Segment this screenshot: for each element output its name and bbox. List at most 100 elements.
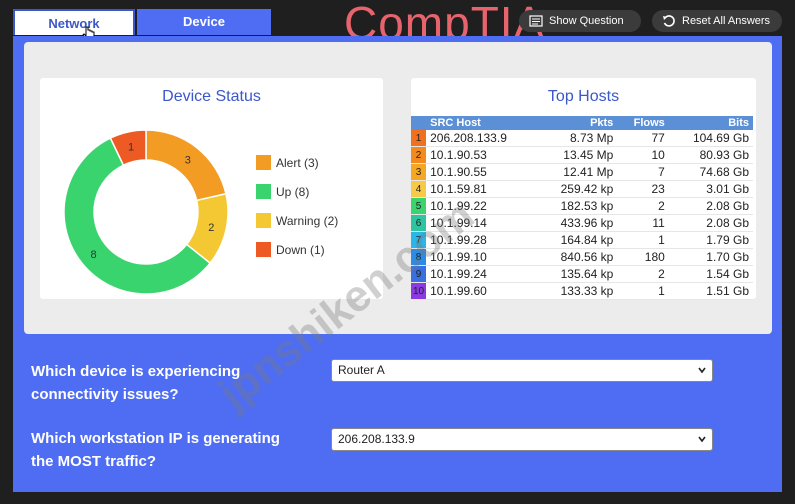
pkts-header: Pkts xyxy=(537,116,618,130)
legend-label: Up (8) xyxy=(276,185,310,199)
flows-cell: 2 xyxy=(617,197,669,215)
table-row: 10 10.1.99.60 133.33 kp 1 1.51 Gb xyxy=(411,282,753,300)
bits-cell: 1.54 Gb xyxy=(668,265,753,283)
bits-cell: 80.93 Gb xyxy=(668,146,753,164)
rank-cell: 10 xyxy=(411,282,427,300)
chevron-down-icon xyxy=(698,367,706,374)
src-host-cell: 10.1.99.22 xyxy=(426,197,538,215)
show-question-button[interactable]: Show Question xyxy=(519,10,641,32)
rank-cell: 1 xyxy=(411,130,427,147)
legend-label: Down (1) xyxy=(276,243,325,257)
src-host-cell: 10.1.90.55 xyxy=(426,163,538,181)
table-row: 7 10.1.99.28 164.84 kp 1 1.79 Gb xyxy=(411,231,753,249)
rank-cell: 3 xyxy=(411,163,427,181)
table-row: 3 10.1.90.55 12.41 Mp 7 74.68 Gb xyxy=(411,163,753,181)
table-row: 4 10.1.59.81 259.42 kp 23 3.01 Gb xyxy=(411,180,753,198)
question-faulty-device: Which device is experiencing connectivit… xyxy=(31,360,240,406)
table-row: 9 10.1.99.24 135.64 kp 2 1.54 Gb xyxy=(411,265,753,283)
legend-swatch xyxy=(256,155,271,170)
tab-network-health[interactable]: Network Health xyxy=(13,9,135,57)
question-text-line: the MOST traffic? xyxy=(31,453,157,470)
table-header-row: SRC Host Pkts Flows Bits xyxy=(411,116,753,130)
rank-header xyxy=(411,116,427,130)
bits-cell: 1.70 Gb xyxy=(668,248,753,266)
pkts-cell: 840.56 kp xyxy=(537,248,618,266)
show-question-label: Show Question xyxy=(549,15,624,27)
faulty-device-select[interactable]: Router A xyxy=(331,359,713,382)
question-text-line: Which workstation IP is generating xyxy=(31,430,280,447)
top-hosts-table: SRC Host Pkts Flows Bits 1 206.208.133.9 8… xyxy=(411,116,753,300)
legend-swatch xyxy=(256,213,271,228)
flows-header: Flows xyxy=(617,116,669,130)
src-host-cell: 10.1.99.10 xyxy=(426,248,538,266)
flows-cell: 23 xyxy=(617,180,669,198)
flows-cell: 1 xyxy=(617,231,669,249)
pkts-cell: 182.53 kp xyxy=(537,197,618,215)
rank-cell: 7 xyxy=(411,231,427,249)
device-status-donut-chart: 3 2 8 1 xyxy=(64,130,228,294)
bits-cell: 74.68 Gb xyxy=(668,163,753,181)
donut-label-alert: 3 xyxy=(185,155,191,167)
src-host-cell: 10.1.59.81 xyxy=(426,180,538,198)
src-host-header: SRC Host xyxy=(426,116,538,130)
tab-device-monitoring[interactable]: Device Monitoring xyxy=(137,9,271,55)
chevron-down-icon xyxy=(698,436,706,443)
bits-cell: 104.69 Gb xyxy=(668,130,753,147)
legend-swatch xyxy=(256,184,271,199)
pkts-cell: 12.41 Mp xyxy=(537,163,618,181)
top-traffic-ip-select[interactable]: 206.208.133.9 xyxy=(331,428,713,451)
selected-value: 206.208.133.9 xyxy=(338,432,415,446)
flows-cell: 77 xyxy=(617,130,669,147)
reset-icon xyxy=(663,15,675,27)
reset-all-answers-button[interactable]: Reset All Answers xyxy=(652,10,782,32)
src-host-cell: 10.1.90.53 xyxy=(426,146,538,164)
rank-cell: 9 xyxy=(411,265,427,283)
table-row: 6 10.1.99.14 433.96 kp 11 2.08 Gb xyxy=(411,214,753,232)
device-status-title: Device Status xyxy=(162,88,261,105)
bits-cell: 1.79 Gb xyxy=(668,231,753,249)
question-top-traffic-ip: Which workstation IP is generating the M… xyxy=(31,427,280,473)
flows-cell: 7 xyxy=(617,163,669,181)
pkts-cell: 8.73 Mp xyxy=(537,130,618,147)
table-row: 8 10.1.99.10 840.56 kp 180 1.70 Gb xyxy=(411,248,753,266)
document-icon xyxy=(529,15,543,27)
bits-cell: 1.51 Gb xyxy=(668,282,753,300)
reset-all-answers-label: Reset All Answers xyxy=(682,15,771,27)
flows-cell: 2 xyxy=(617,265,669,283)
flows-cell: 10 xyxy=(617,146,669,164)
flows-cell: 1 xyxy=(617,282,669,300)
pkts-cell: 433.96 kp xyxy=(537,214,618,232)
donut-label-up: 8 xyxy=(91,249,97,261)
src-host-cell: 10.1.99.14 xyxy=(426,214,538,232)
bits-header: Bits xyxy=(668,116,753,130)
rank-cell: 6 xyxy=(411,214,427,232)
rank-cell: 5 xyxy=(411,197,427,215)
pkts-cell: 164.84 kp xyxy=(537,231,618,249)
pkts-cell: 135.64 kp xyxy=(537,265,618,283)
legend-label: Warning (2) xyxy=(276,214,339,228)
bits-cell: 2.08 Gb xyxy=(668,197,753,215)
flows-cell: 180 xyxy=(617,248,669,266)
table-row: 2 10.1.90.53 13.45 Mp 10 80.93 Gb xyxy=(411,146,753,164)
legend-swatch xyxy=(256,242,271,257)
bits-cell: 2.08 Gb xyxy=(668,214,753,232)
pkts-cell: 133.33 kp xyxy=(537,282,618,300)
src-host-cell: 10.1.99.60 xyxy=(426,282,538,300)
rank-cell: 4 xyxy=(411,180,427,198)
src-host-cell: 206.208.133.9 xyxy=(426,130,538,147)
question-text-line: connectivity issues? xyxy=(31,386,179,403)
legend-label: Alert (3) xyxy=(276,156,319,170)
question-text-line: Which device is experiencing xyxy=(31,363,241,380)
table-row: 5 10.1.99.22 182.53 kp 2 2.08 Gb xyxy=(411,197,753,215)
rank-cell: 8 xyxy=(411,248,427,266)
flows-cell: 11 xyxy=(617,214,669,232)
bits-cell: 3.01 Gb xyxy=(668,180,753,198)
tab-bar: Network Health Device Monitoring CompTIA… xyxy=(0,0,795,57)
rank-cell: 2 xyxy=(411,146,427,164)
src-host-cell: 10.1.99.24 xyxy=(426,265,538,283)
selected-value: Router A xyxy=(338,363,385,377)
table-row: 1 206.208.133.9 8.73 Mp 77 104.69 Gb xyxy=(411,130,753,147)
top-hosts-title: Top Hosts xyxy=(547,88,620,105)
donut-label-down: 1 xyxy=(128,142,134,154)
pkts-cell: 259.42 kp xyxy=(537,180,618,198)
